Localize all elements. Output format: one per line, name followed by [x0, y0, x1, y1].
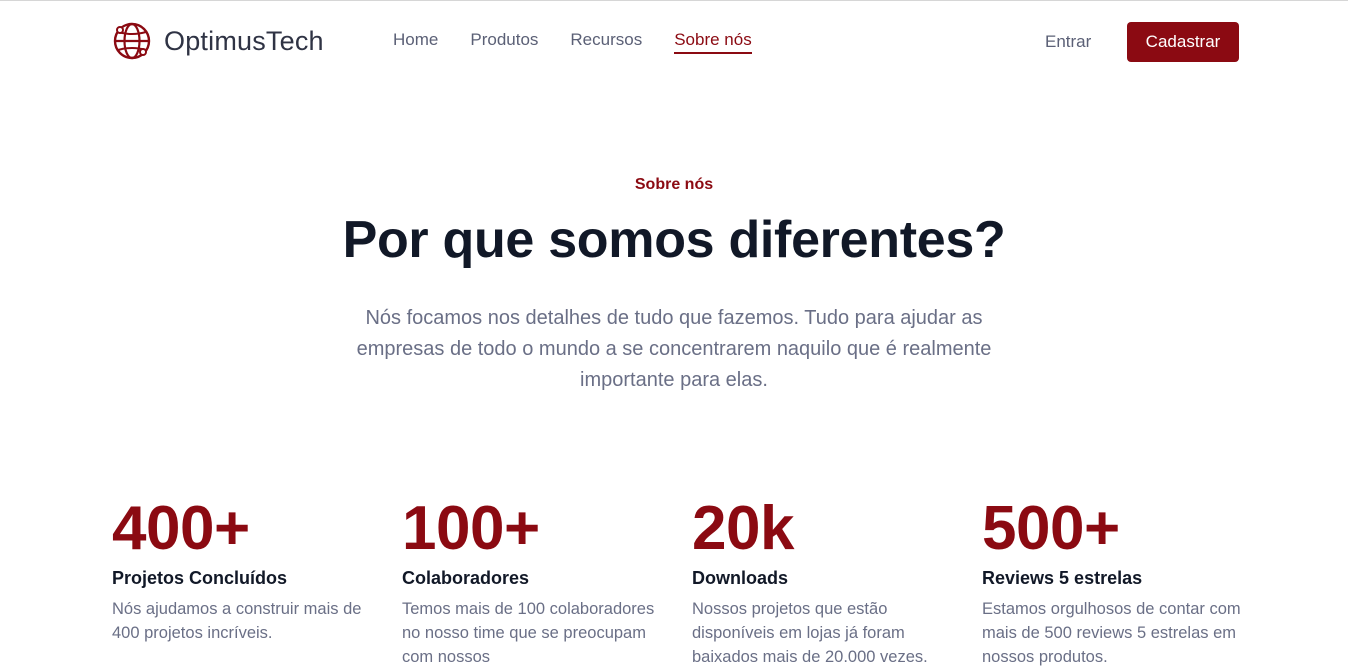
globe-network-icon — [112, 21, 152, 61]
stat-value: 100+ — [402, 494, 540, 563]
stat-value: 20k — [692, 494, 794, 563]
stat-projects: 400+ Projetos Concluídos Nós ajudamos a … — [112, 494, 382, 645]
stat-description: Nós ajudamos a construir mais de 400 pro… — [112, 600, 362, 642]
stat-value: 400+ — [112, 494, 250, 563]
section-description: Nós focamos nos detalhes de tudo que faz… — [356, 307, 992, 391]
stat-description: Temos mais de 100 colaboradores no nosso… — [402, 600, 655, 666]
brand-logo-link[interactable]: OptimusTech — [112, 21, 324, 61]
stat-title: Projetos Concluídos — [112, 568, 288, 588]
nav-link-sobre-nos[interactable]: Sobre nós — [674, 30, 752, 54]
nav-link-recursos[interactable]: Recursos — [570, 30, 642, 54]
stat-title: Reviews 5 estrelas — [982, 568, 1143, 588]
nav-link-home[interactable]: Home — [393, 30, 438, 54]
section-eyebrow: Sobre nós — [634, 176, 714, 193]
main-nav: Home Produtos Recursos Sobre nós — [393, 30, 752, 54]
signup-button[interactable]: Cadastrar — [1127, 22, 1239, 62]
stat-downloads: 20k Downloads Nossos projetos que estão … — [692, 494, 962, 669]
login-link[interactable]: Entrar — [1045, 32, 1091, 52]
stat-description: Nossos projetos que estão disponíveis em… — [692, 600, 928, 666]
stat-value: 500+ — [982, 494, 1120, 563]
nav-link-produtos[interactable]: Produtos — [470, 30, 538, 54]
brand-name: OptimusTech — [164, 25, 324, 56]
stat-title: Colaboradores — [402, 568, 530, 588]
stat-reviews: 500+ Reviews 5 estrelas Estamos orgulhos… — [982, 494, 1252, 669]
stat-collaborators: 100+ Colaboradores Temos mais de 100 col… — [402, 494, 672, 669]
page-title: Por que somos diferentes? — [342, 211, 1006, 269]
stat-title: Downloads — [692, 568, 789, 588]
site-header: OptimusTech Home Produtos Recursos Sobre… — [0, 0, 1348, 84]
stat-description: Estamos orgulhosos de contar com mais de… — [982, 600, 1241, 666]
